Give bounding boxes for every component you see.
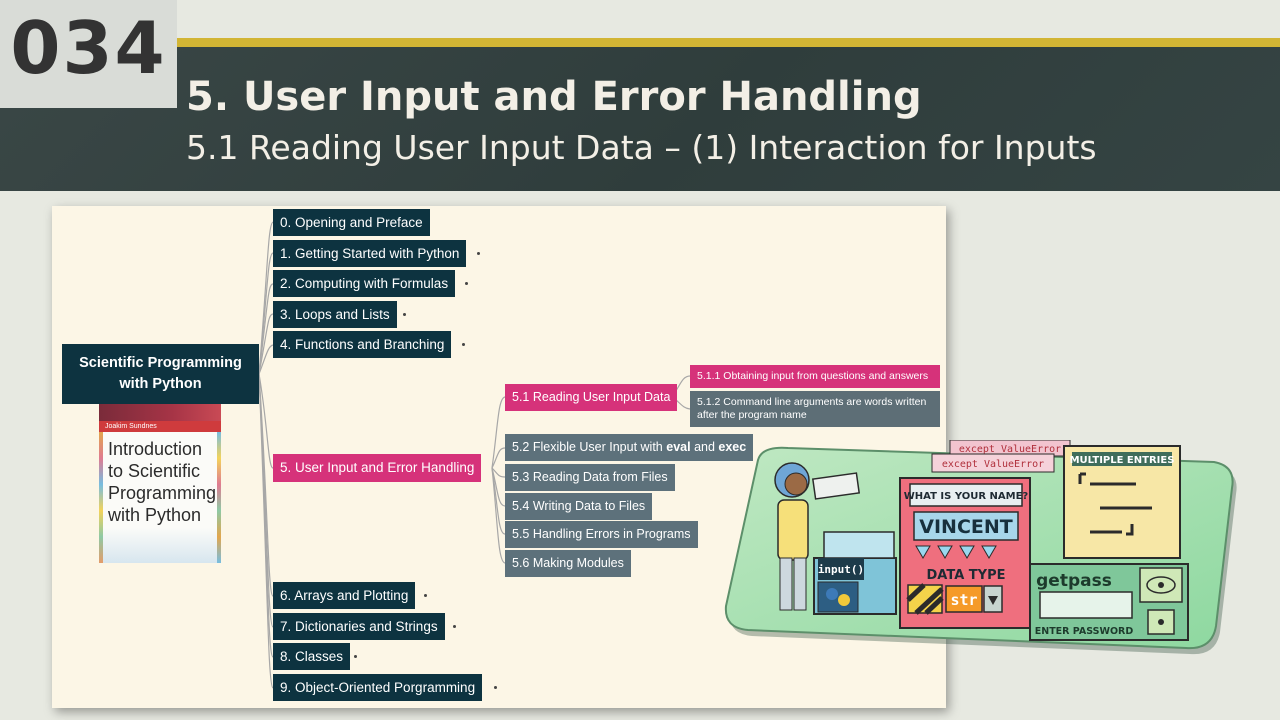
book-title-line: with Python [108,505,202,525]
slide-number: 034 [10,6,167,90]
str-type-label: str [950,591,977,609]
collapse-dot[interactable] [354,655,357,658]
subsection-node-5-1-2[interactable]: 5.1.2 Command line arguments are words w… [690,391,940,427]
chapter-node-4[interactable]: 4. Functions and Branching [273,331,452,358]
section-node-5-1[interactable]: 5.1 Reading User Input Data [505,384,678,411]
gold-divider [176,38,1280,47]
section-label: 5.4 Writing Data to Files [512,499,646,513]
chapter-node-5[interactable]: 5. User Input and Error Handling [273,454,482,482]
section-label-mid: and [690,440,719,454]
chapter-node-9[interactable]: 9. Object-Oriented Porgramming [273,674,483,701]
book-title: Introduction to Scientific Programming w… [108,438,216,526]
python-logo-icon [826,588,838,600]
chapter-node-2[interactable]: 2. Computing with Formulas [273,270,456,297]
data-type-label: DATA TYPE [927,568,1006,583]
collapse-dot[interactable] [462,343,465,346]
collapse-dot[interactable] [453,625,456,628]
book-title-line: Programming [108,483,217,503]
collapse-dot[interactable] [424,594,427,597]
section-node-5-2[interactable]: 5.2 Flexible User Input with eval and ex… [505,434,754,461]
root-line-1: Scientific Programming [79,355,242,371]
section-node-5-6[interactable]: 5.6 Making Modules [505,550,631,577]
book-title-line: to Scientific [108,461,201,481]
section-label: 5.6 Making Modules [512,556,624,570]
book-cover-band [99,404,221,421]
chapter-node-3[interactable]: 3. Loops and Lists [273,301,397,328]
book-cover-image: Joakim Sundnes Introduction to Scientifi… [99,404,221,563]
section-label: 5.3 Reading Data from Files [512,470,668,484]
book-author: Joakim Sundnes [99,421,221,432]
section-label: 5.2 Flexible User Input with [512,440,667,454]
chapter-node-7[interactable]: 7. Dictionaries and Strings [273,613,445,640]
section-node-5-3[interactable]: 5.3 Reading Data from Files [505,464,675,491]
name-prompt-label: WHAT IS YOUR NAME? [904,491,1029,502]
name-value: VINCENT [919,516,1012,538]
enter-password-label: ENTER PASSWORD [1035,626,1134,637]
multiple-entries-label: MULTIPLE ENTRIES [1070,455,1175,466]
root-node[interactable]: Scientific Programming with Python [62,344,259,404]
password-field [1039,591,1133,619]
except-banner-2: except ValueError [942,459,1044,470]
slide-subtitle: 5.1 Reading User Input Data – (1) Intera… [186,128,1097,167]
section-label: 5.1 Reading User Input Data [512,390,671,404]
except-banner-1: except ValueError [959,444,1061,455]
slide-number-box: 034 [0,0,177,108]
collapse-dot[interactable] [403,313,406,316]
collapse-dot[interactable] [477,252,480,255]
section-node-5-5[interactable]: 5.5 Handling Errors in Programs [505,521,698,548]
input-function-label: input() [818,563,864,576]
collapse-dot[interactable] [465,282,468,285]
root-line-2: with Python [119,376,202,392]
book-color-strip-left [99,432,103,563]
book-color-strip-right [217,432,221,563]
chapter-node-0[interactable]: 0. Opening and Preface [273,209,430,236]
chapter-node-8[interactable]: 8. Classes [273,643,351,670]
collapse-dot[interactable] [494,686,497,689]
book-title-line: Introduction [108,439,203,459]
chapter-node-1[interactable]: 1. Getting Started with Python [273,240,467,267]
chapter-node-6[interactable]: 6. Arrays and Plotting [273,582,416,609]
user-input-illustration: except ValueError except ValueError WHAT… [724,440,1237,655]
slide-title: 5. User Input and Error Handling [186,74,922,120]
section-node-5-4[interactable]: 5.4 Writing Data to Files [505,493,653,520]
subsection-node-5-1-1[interactable]: 5.1.1 Obtaining input from questions and… [690,365,940,388]
getpass-label: getpass [1036,571,1112,591]
keyword-eval: eval [666,440,691,454]
section-label: 5.5 Handling Errors in Programs [512,527,691,541]
